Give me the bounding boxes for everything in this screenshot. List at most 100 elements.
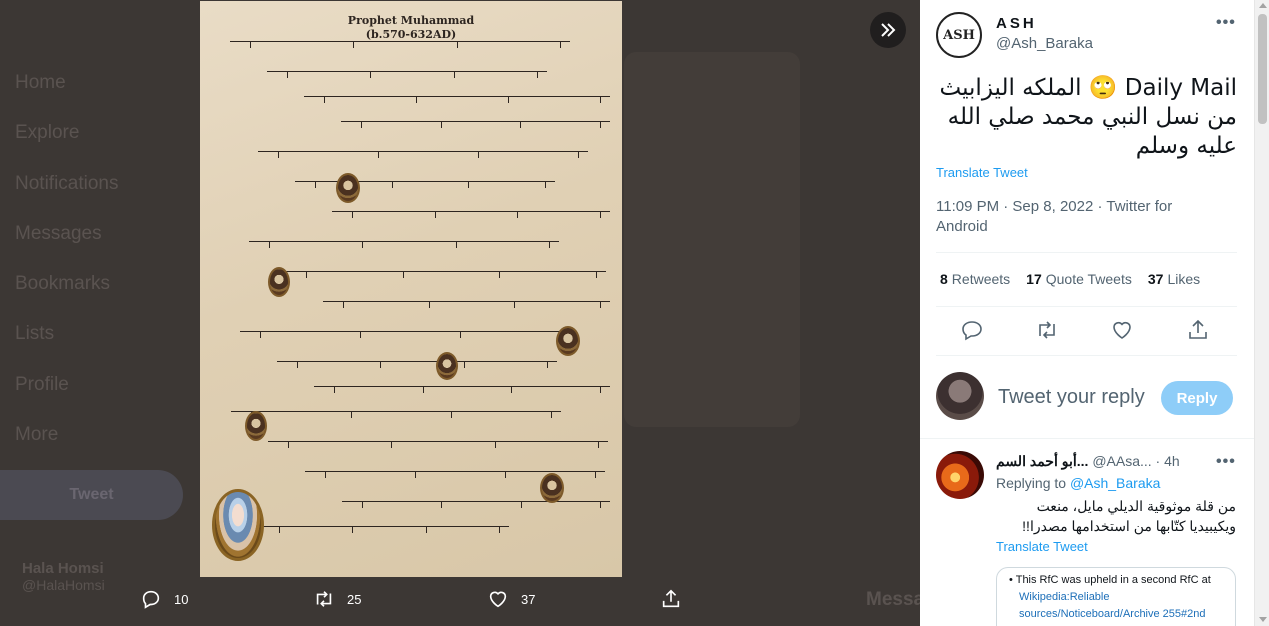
panel-scrollbar[interactable] [1254, 0, 1269, 626]
reply-tweet[interactable]: أبو أحمد السم... @AAsa... · 4h ••• Reply… [936, 451, 1237, 626]
bg-nav-lists: Lists [15, 323, 55, 344]
tree-connector [441, 501, 443, 508]
media-action-bar: 10 25 37 [140, 588, 690, 614]
tree-connector [596, 271, 597, 278]
scroll-down-icon[interactable] [1259, 617, 1267, 622]
tree-connector [600, 96, 601, 103]
author-avatar[interactable]: ASH [936, 12, 982, 58]
tree-connector [380, 361, 382, 368]
likes-stat[interactable]: 37 Likes [1148, 271, 1200, 287]
tree-connector [370, 71, 372, 78]
tweet-timestamp[interactable]: 11:09 PM · Sep 8, 2022 · Twitter for And… [936, 197, 1226, 237]
divider [920, 438, 1254, 439]
portrait-ruler [540, 473, 564, 503]
card-link-line2[interactable]: Wikipedia:Reliable [1009, 589, 1229, 606]
portrait-ruler [268, 267, 290, 297]
tree-connector [286, 271, 606, 272]
author-name[interactable]: ASH [996, 15, 1093, 32]
scrollbar-thumb[interactable] [1258, 14, 1267, 124]
tree-connector [391, 441, 393, 448]
quote-tweets-stat[interactable]: 17 Quote Tweets [1026, 271, 1132, 287]
tree-connector [520, 501, 522, 508]
likes-label: Likes [1167, 271, 1201, 287]
scroll-up-icon[interactable] [1259, 3, 1267, 8]
reply-composer: Tweet your reply Reply [936, 372, 1237, 422]
tweet-author[interactable]: ASH ASH @Ash_Baraka [936, 12, 1093, 58]
tree-connector [434, 211, 436, 218]
media-like-button[interactable]: 37 [487, 588, 535, 610]
tree-connector [360, 331, 361, 338]
reply-input[interactable]: Tweet your reply [998, 386, 1145, 409]
user-avatar[interactable] [936, 372, 984, 420]
reply-button[interactable]: Reply [1161, 381, 1233, 415]
tree-connector [478, 151, 479, 158]
media-share-button[interactable] [660, 588, 682, 610]
tweet-action-bar [960, 318, 1230, 342]
tree-connector [456, 41, 458, 48]
media-retweet-button[interactable]: 25 [313, 588, 361, 610]
card-text-line1: This RfC was upheld in a second RfC at [1015, 574, 1211, 586]
bg-nav-bookmarks: Bookmarks [15, 273, 111, 294]
tree-connector [537, 71, 538, 78]
tree-connector [499, 526, 500, 533]
reply-translate-link[interactable]: Translate Tweet [996, 539, 1088, 554]
tree-connector [250, 41, 251, 48]
tree-connector [508, 96, 509, 103]
reply-author-avatar[interactable] [936, 451, 984, 499]
bg-nav-home: Home [15, 72, 66, 93]
media-title-line2: (b.570-632AD) [365, 28, 457, 41]
likes-count: 37 [1147, 271, 1164, 287]
replying-to-label: Replying to [996, 475, 1067, 491]
tree-connector [260, 331, 261, 338]
tree-connector [520, 121, 522, 128]
bg-nav-more: More [15, 424, 59, 445]
tree-connector [551, 411, 552, 418]
tweet-more-icon[interactable]: ••• [1216, 14, 1236, 32]
bg-nav-notifications: Notifications [15, 173, 119, 194]
author-handle[interactable]: @Ash_Baraka [996, 35, 1093, 52]
share-icon[interactable] [1186, 318, 1210, 342]
tree-connector [323, 301, 610, 302]
tree-connector [304, 96, 610, 97]
tree-connector [306, 271, 307, 278]
media-image-title: Prophet Muhammad (b.570-632AD) [200, 14, 622, 42]
retweet-icon[interactable] [1035, 318, 1059, 342]
collapse-panel-button[interactable] [870, 12, 906, 48]
tree-connector [415, 471, 416, 478]
bg-account-name: Hala Homsi [22, 560, 104, 577]
reply-icon [142, 590, 160, 609]
tree-connector [295, 181, 555, 182]
tree-connector [324, 96, 325, 103]
reply-quote-card[interactable]: • This RfC was upheld in a second RfC at… [996, 567, 1236, 626]
tree-connector [278, 151, 279, 158]
reply-text: من قلة موثوقية الديلي مايل، منعت ويكيبيد… [1022, 498, 1236, 534]
tree-connector [297, 361, 298, 368]
tree-connector [305, 471, 605, 472]
reply-author-handle[interactable]: @AAsa... [1092, 453, 1151, 469]
retweets-label: Retweets [951, 271, 1011, 287]
tree-connector [547, 361, 548, 368]
tree-connector [391, 181, 393, 188]
heart-icon [489, 591, 507, 608]
reply-more-icon[interactable]: ••• [1216, 453, 1236, 471]
tree-connector [494, 441, 496, 448]
tree-connector [325, 471, 326, 478]
replying-to-handle[interactable]: @Ash_Baraka [1070, 475, 1160, 491]
media-reply-button[interactable]: 10 [140, 588, 188, 610]
tree-connector [279, 526, 280, 533]
tree-connector [416, 96, 417, 103]
heart-icon[interactable] [1110, 318, 1134, 342]
tree-connector [230, 41, 570, 42]
tree-connector [267, 71, 547, 72]
reply-time[interactable]: · 4h [1156, 453, 1180, 469]
retweet-icon [316, 591, 332, 607]
reply-author-name[interactable]: أبو أحمد السم... [996, 453, 1088, 469]
reply-icon[interactable] [960, 318, 984, 342]
tree-connector [600, 211, 601, 218]
tree-connector [422, 386, 424, 393]
card-link-line3[interactable]: sources/Noticeboard/Archive 255#2nd RfC: [1009, 606, 1229, 626]
media-image[interactable]: Prophet Muhammad (b.570-632AD) [200, 1, 622, 577]
translate-tweet-link[interactable]: Translate Tweet [936, 165, 1028, 180]
retweets-stat[interactable]: 8 Retweets [940, 271, 1010, 287]
tree-connector [451, 411, 452, 418]
